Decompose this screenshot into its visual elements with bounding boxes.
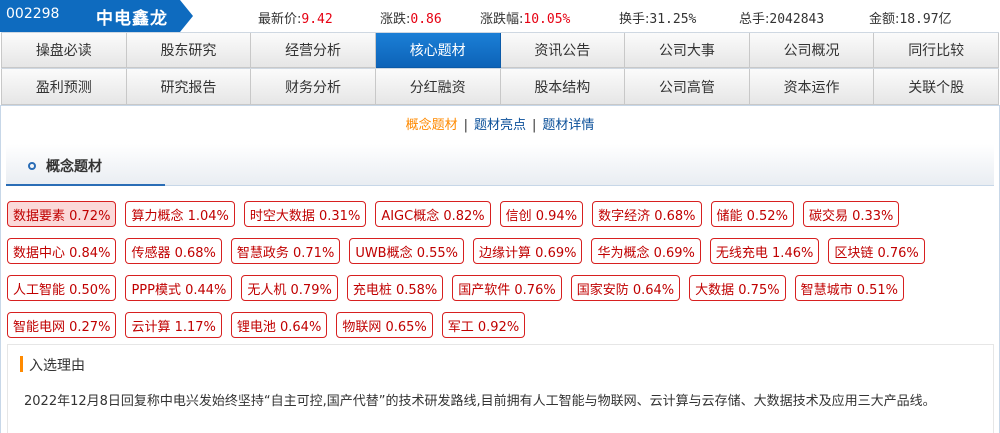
concept-tag[interactable]: 边缘计算 0.69% — [473, 238, 583, 264]
quote-value: 9.42 — [301, 12, 333, 27]
concept-tag[interactable]: 国家安防 0.64% — [570, 275, 681, 301]
concept-tag[interactable]: 碳交易 0.33% — [802, 201, 900, 227]
concept-tag[interactable]: 云计算 1.17% — [125, 312, 222, 338]
quote-value: 0.86 — [410, 12, 442, 27]
quote-item: 最新价:9.42 — [258, 8, 333, 27]
quote-item: 换手:31.25% — [619, 8, 696, 27]
concept-tag[interactable]: 时空大数据 0.31% — [243, 201, 367, 227]
concept-tag[interactable]: 华为概念 0.69% — [591, 238, 701, 264]
subtab-bar: 概念题材 | 题材亮点 | 题材详情 — [1, 114, 999, 133]
quote-label: 换手: — [619, 12, 650, 27]
tag-row: 人工智能 0.50% PPP模式 0.44% 无人机 0.79% 充电桩 0.58% 国… — [7, 275, 995, 301]
nav-tab[interactable]: 经营分析 — [251, 33, 376, 68]
stock-code: 002298 — [6, 6, 60, 22]
nav-tab[interactable]: 研究报告 — [126, 69, 252, 105]
quote-label: 最新价: — [258, 12, 302, 27]
nav-row: 盈利预测 研究报告 财务分析 分红融资 股本结构 公司高管 资本运作 关联个股 — [1, 68, 999, 105]
quote-item: 涨跌幅:10.05% — [480, 8, 570, 27]
tag-row: 数据要素 0.72% 算力概念 1.04% 时空大数据 0.31% AIGC概念 0.… — [7, 201, 995, 227]
nav-tab[interactable]: 操盘必读 — [1, 33, 127, 68]
stock-name: 中电鑫龙 — [96, 9, 168, 29]
nav-tab[interactable]: 股本结构 — [500, 69, 626, 105]
subtab-separator: | — [463, 118, 468, 133]
nav-tab[interactable]: 分红融资 — [375, 69, 501, 105]
orange-bar-icon — [20, 356, 23, 372]
concept-tag[interactable]: 信创 0.94% — [499, 201, 584, 227]
concept-tag[interactable]: 智慧政务 0.71% — [230, 238, 341, 264]
concept-tag[interactable]: 数据要素 0.72% — [7, 201, 117, 227]
concept-tag[interactable]: 传感器 0.68% — [125, 238, 222, 264]
quote-label: 涨跌: — [380, 12, 411, 27]
tag-row: 数据中心 0.84% 传感器 0.68% 智慧政务 0.71% UWB概念 0.55%… — [7, 238, 995, 264]
quote-value: 2042843 — [769, 12, 825, 27]
main-nav: 操盘必读 股东研究 经营分析 核心题材 资讯公告 公司大事 公司概况 同行比较 盈利预测 研究报告… — [1, 32, 999, 105]
stock-title-badge: 002298 中电鑫龙 — [0, 0, 193, 32]
nav-tab[interactable]: 同行比较 — [874, 33, 999, 68]
nav-tab[interactable]: 公司大事 — [625, 33, 750, 68]
quote-label: 涨跌幅: — [480, 12, 524, 27]
quote-value: 10.05% — [523, 12, 571, 27]
nav-tab[interactable]: 公司概况 — [749, 33, 875, 68]
concept-tag[interactable]: 物联网 0.65% — [336, 312, 433, 338]
concept-tag[interactable]: 智能电网 0.27% — [7, 312, 117, 338]
concept-tag[interactable]: AIGC概念 0.82% — [375, 201, 491, 227]
concept-tag[interactable]: PPP模式 0.44% — [125, 275, 233, 301]
nav-tab[interactable]: 财务分析 — [251, 69, 376, 105]
concept-tag-list: 数据要素 0.72% 算力概念 1.04% 时空大数据 0.31% AIGC概念 0.… — [7, 201, 995, 349]
nav-tab[interactable]: 公司高管 — [625, 69, 750, 105]
nav-tab[interactable]: 盈利预测 — [1, 69, 127, 105]
nav-tab[interactable]: 关联个股 — [874, 69, 999, 105]
concept-tag[interactable]: 人工智能 0.50% — [7, 275, 117, 301]
concept-tag[interactable]: 充电桩 0.58% — [346, 275, 444, 301]
quote-value: 18.97亿 — [899, 12, 952, 27]
concept-tag[interactable]: 军工 0.92% — [441, 312, 526, 338]
subtab-link[interactable]: 题材详情 — [542, 118, 594, 133]
reason-label: 入选理由 — [29, 358, 85, 374]
quote-item: 金额:18.97亿 — [869, 8, 952, 27]
quote-label: 金额: — [869, 12, 900, 27]
concept-tag[interactable]: 智慧城市 0.51% — [794, 275, 905, 301]
section-underline — [6, 184, 165, 186]
concept-tag[interactable]: 无线充电 1.46% — [709, 238, 820, 264]
concept-tag[interactable]: 区块链 0.76% — [828, 238, 925, 264]
nav-tab[interactable]: 核心题材 — [375, 33, 501, 68]
quote-item: 总手:2042843 — [739, 8, 824, 27]
nav-tab[interactable]: 股东研究 — [126, 33, 252, 68]
concept-tag[interactable]: 数据中心 0.84% — [7, 238, 117, 264]
subtab-link[interactable]: 概念题材 — [406, 118, 458, 133]
subtab-link[interactable]: 题材亮点 — [474, 118, 526, 133]
reason-panel: 入选理由 2022年12月8日回复称中电兴发始终坚持“自主可控,国产代替”的技术… — [7, 344, 994, 433]
concept-tag[interactable]: 无人机 0.79% — [241, 275, 338, 301]
nav-tab[interactable]: 资本运作 — [749, 69, 875, 105]
quote-header: 002298 中电鑫龙 最新价:9.42 涨跌:0.86 涨跌幅:10.05% 换手:… — [0, 0, 1000, 32]
section-header: 概念题材 — [6, 144, 994, 186]
bullet-circle-icon — [28, 162, 36, 170]
nav-row: 操盘必读 股东研究 经营分析 核心题材 资讯公告 公司大事 公司概况 同行比较 — [1, 32, 999, 68]
quote-label: 总手: — [739, 12, 770, 27]
concept-tag[interactable]: 国产软件 0.76% — [452, 275, 562, 301]
concept-tag[interactable]: 储能 0.52% — [710, 201, 794, 227]
concept-tag[interactable]: 大数据 0.75% — [689, 275, 786, 301]
section-title: 概念题材 — [46, 159, 102, 175]
tag-row: 智能电网 0.27% 云计算 1.17% 锂电池 0.64% 物联网 0.65% 军工 … — [7, 312, 995, 338]
reason-text: 2022年12月8日回复称中电兴发始终坚持“自主可控,国产代替”的技术研发路线,… — [24, 394, 936, 409]
nav-tab[interactable]: 资讯公告 — [500, 33, 626, 68]
concept-tag[interactable]: 数字经济 0.68% — [592, 201, 702, 227]
content-panel: 概念题材 | 题材亮点 | 题材详情 概念题材 数据要素 0.72% 算力概念 1.04%… — [0, 105, 1000, 433]
concept-tag[interactable]: UWB概念 0.55% — [349, 238, 465, 264]
concept-tag[interactable]: 算力概念 1.04% — [125, 201, 235, 227]
concept-tag[interactable]: 锂电池 0.64% — [230, 312, 328, 338]
quote-value: 31.25% — [649, 12, 697, 27]
quote-item: 涨跌:0.86 — [380, 8, 442, 27]
subtab-separator: | — [532, 118, 537, 133]
